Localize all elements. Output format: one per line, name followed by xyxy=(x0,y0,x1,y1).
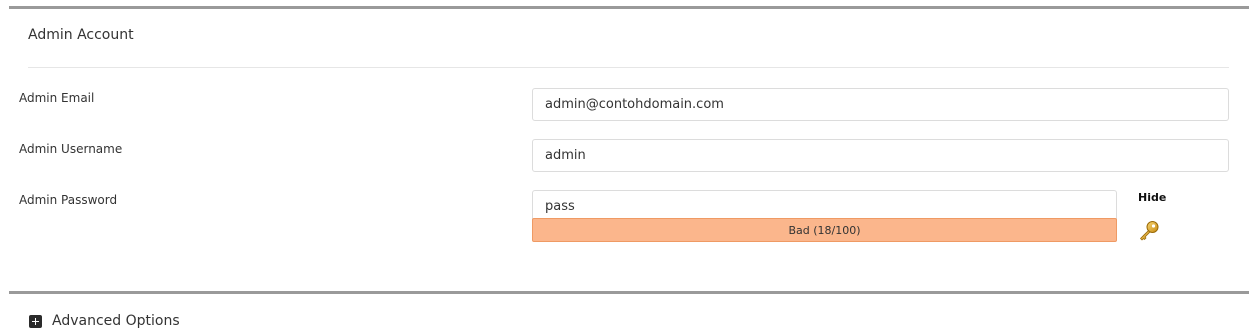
password-strength-text: Bad (18/100) xyxy=(788,223,861,237)
advanced-options-panel xyxy=(9,291,1249,294)
admin-username-input[interactable] xyxy=(532,139,1229,172)
hide-password-link[interactable]: Hide xyxy=(1138,191,1166,204)
password-strength-bar: Bad (18/100) xyxy=(532,218,1117,242)
advanced-options-toggle[interactable]: Advanced Options xyxy=(29,312,180,330)
admin-password-label: Admin Password xyxy=(19,193,118,207)
key-icon[interactable] xyxy=(1137,219,1161,243)
admin-email-input[interactable] xyxy=(532,88,1229,121)
admin-email-label: Admin Email xyxy=(19,91,95,105)
plus-square-icon xyxy=(29,314,42,328)
panel-title: Admin Account xyxy=(28,27,134,43)
admin-username-label: Admin Username xyxy=(19,142,123,156)
advanced-options-label: Advanced Options xyxy=(52,313,180,329)
divider xyxy=(28,67,1229,68)
